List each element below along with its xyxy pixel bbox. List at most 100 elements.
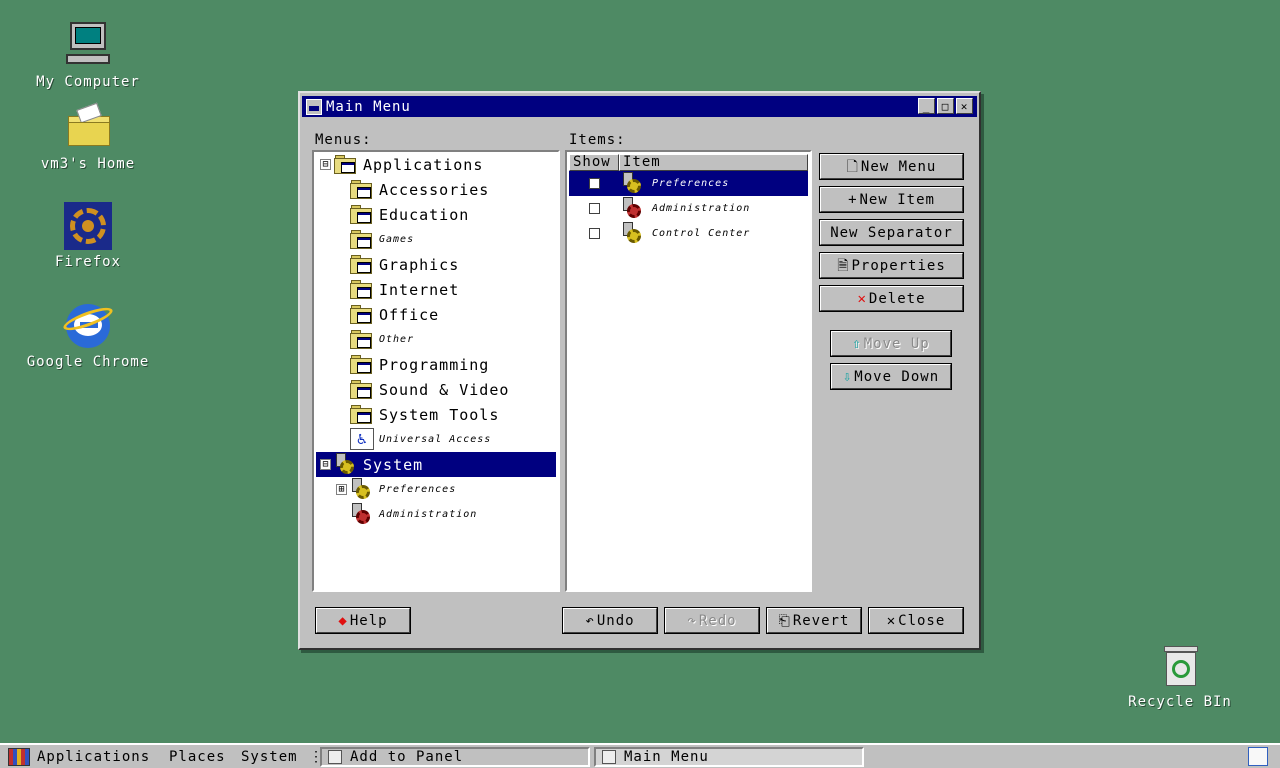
new-separator-button[interactable]: New Separator xyxy=(819,219,964,246)
desktop-icon-my-computer[interactable]: My Computer xyxy=(13,20,163,90)
redo-icon: ↷ xyxy=(687,612,697,629)
revert-icon: ⎗ xyxy=(778,612,791,629)
tree-item-system-tools[interactable]: System Tools xyxy=(316,402,556,427)
task-main-menu[interactable]: Main Menu xyxy=(594,747,864,767)
item-row-preferences[interactable]: Preferences xyxy=(569,171,808,196)
show-checkbox[interactable] xyxy=(589,178,600,189)
show-checkbox[interactable] xyxy=(589,203,600,214)
tree-item-preferences[interactable]: ⊞ Preferences xyxy=(316,477,556,502)
tree-item-office[interactable]: Office xyxy=(316,302,556,327)
button-label: Properties xyxy=(851,257,946,274)
gear-icon xyxy=(621,172,643,194)
item-row-control-center[interactable]: Control Center xyxy=(569,221,808,246)
desktop-icon-recycle-bin[interactable]: Recycle BIn xyxy=(1105,640,1255,710)
button-label: Undo xyxy=(596,612,635,629)
items-list[interactable]: Show Item Preferences Administration Con… xyxy=(565,150,812,592)
gear-icon xyxy=(334,453,356,475)
close-button[interactable]: ✕ Close xyxy=(868,607,964,634)
delete-button[interactable]: ✕ Delete xyxy=(819,285,964,312)
item-label: Control Center xyxy=(652,228,751,239)
desktop-icon-label: My Computer xyxy=(36,74,140,90)
maximize-button[interactable]: □ xyxy=(937,98,954,114)
window-title: Main Menu xyxy=(326,98,411,115)
move-down-button[interactable]: ⇩ Move Down xyxy=(830,363,952,390)
applications-menu-icon xyxy=(8,748,30,766)
button-label: New Menu xyxy=(860,158,937,175)
tree-item-universal-access[interactable]: ♿ Universal Access xyxy=(316,427,556,452)
button-label: Move Up xyxy=(863,335,930,352)
tree-item-label: Accessories xyxy=(379,180,490,199)
tree-item-label: Office xyxy=(379,305,440,324)
item-label: Preferences xyxy=(652,178,730,189)
button-label: Help xyxy=(349,612,388,629)
gear-red-icon xyxy=(350,503,372,525)
tree-item-system[interactable]: ⊟ System xyxy=(316,452,556,477)
help-button[interactable]: ◆ Help xyxy=(315,607,411,634)
tree-item-label: System Tools xyxy=(379,405,500,424)
home-folder-icon xyxy=(62,102,114,154)
window-titlebar[interactable]: Main Menu _ □ ✕ xyxy=(302,96,977,117)
button-label: Move Down xyxy=(854,368,940,385)
properties-icon: 🗎 xyxy=(837,257,850,274)
tree-item-label: Games xyxy=(379,234,415,245)
button-label: Revert xyxy=(792,612,850,629)
tree-item-label: Sound & Video xyxy=(379,380,510,399)
desktop-icon-chrome[interactable]: Google Chrome xyxy=(13,300,163,370)
tree-item-label: Universal Access xyxy=(379,434,492,445)
recycle-bin-icon xyxy=(1154,640,1206,692)
new-item-button[interactable]: + New Item xyxy=(819,186,964,213)
desktop-icon-home[interactable]: vm3's Home xyxy=(13,102,163,172)
button-label: Delete xyxy=(868,290,926,307)
show-checkbox[interactable] xyxy=(589,228,600,239)
help-icon: ◆ xyxy=(338,612,348,629)
tree-item-label: Administration xyxy=(379,509,478,520)
expand-icon[interactable]: ⊞ xyxy=(336,484,347,495)
tree-item-applications[interactable]: ⊟ Applications xyxy=(316,152,556,177)
tree-item-graphics[interactable]: Graphics xyxy=(316,252,556,277)
task-label: Add to Panel xyxy=(350,749,464,765)
tree-item-label: Preferences xyxy=(379,484,457,495)
tree-item-internet[interactable]: Internet xyxy=(316,277,556,302)
desktop-icon-label: Recycle BIn xyxy=(1128,694,1232,710)
tree-item-other[interactable]: Other xyxy=(316,327,556,352)
desktop-icon-firefox[interactable]: Firefox xyxy=(13,200,163,270)
taskbar-menu-system[interactable]: System xyxy=(241,749,298,765)
move-up-button[interactable]: ⇧ Move Up xyxy=(830,330,952,357)
item-row-administration[interactable]: Administration xyxy=(569,196,808,221)
tree-item-label: System xyxy=(363,455,424,474)
new-menu-button[interactable]: 🗋 New Menu xyxy=(819,153,964,180)
notes-applet-icon[interactable] xyxy=(1248,747,1268,766)
revert-button[interactable]: ⎗ Revert xyxy=(766,607,862,634)
computer-icon xyxy=(62,20,114,72)
menus-tree[interactable]: ⊟ Applications Accessories Education Gam… xyxy=(312,150,560,592)
add-panel-icon xyxy=(328,750,342,764)
tree-item-sound-video[interactable]: Sound & Video xyxy=(316,377,556,402)
close-icon: ✕ xyxy=(886,612,897,629)
tree-item-label: Graphics xyxy=(379,255,460,274)
taskbar-menu-places[interactable]: Places xyxy=(169,749,226,765)
column-header-item[interactable]: Item xyxy=(619,154,808,171)
collapse-icon[interactable]: ⊟ xyxy=(320,159,331,170)
redo-button[interactable]: ↷ Redo xyxy=(664,607,760,634)
menus-label: Menus: xyxy=(315,132,372,148)
close-window-button[interactable]: ✕ xyxy=(956,98,973,114)
taskbar-menu-applications[interactable]: Applications xyxy=(37,749,150,765)
tree-item-education[interactable]: Education xyxy=(316,202,556,227)
tree-item-accessories[interactable]: Accessories xyxy=(316,177,556,202)
minimize-button[interactable]: _ xyxy=(918,98,935,114)
undo-icon: ↶ xyxy=(585,612,595,629)
delete-icon: ✕ xyxy=(857,290,867,307)
properties-button[interactable]: 🗎 Properties xyxy=(819,252,964,279)
tree-item-label: Programming xyxy=(379,355,490,374)
new-document-icon: 🗋 xyxy=(846,158,859,175)
task-add-to-panel[interactable]: Add to Panel xyxy=(320,747,590,767)
tree-item-administration[interactable]: Administration xyxy=(316,502,556,527)
collapse-icon[interactable]: ⊟ xyxy=(320,459,331,470)
tree-item-games[interactable]: Games xyxy=(316,227,556,252)
tree-item-programming[interactable]: Programming xyxy=(316,352,556,377)
chrome-icon xyxy=(61,300,115,352)
column-header-show[interactable]: Show xyxy=(569,154,619,171)
undo-button[interactable]: ↶ Undo xyxy=(562,607,658,634)
task-label: Main Menu xyxy=(624,749,709,765)
taskbar: Applications Places System ⋮ Add to Pane… xyxy=(0,743,1280,768)
